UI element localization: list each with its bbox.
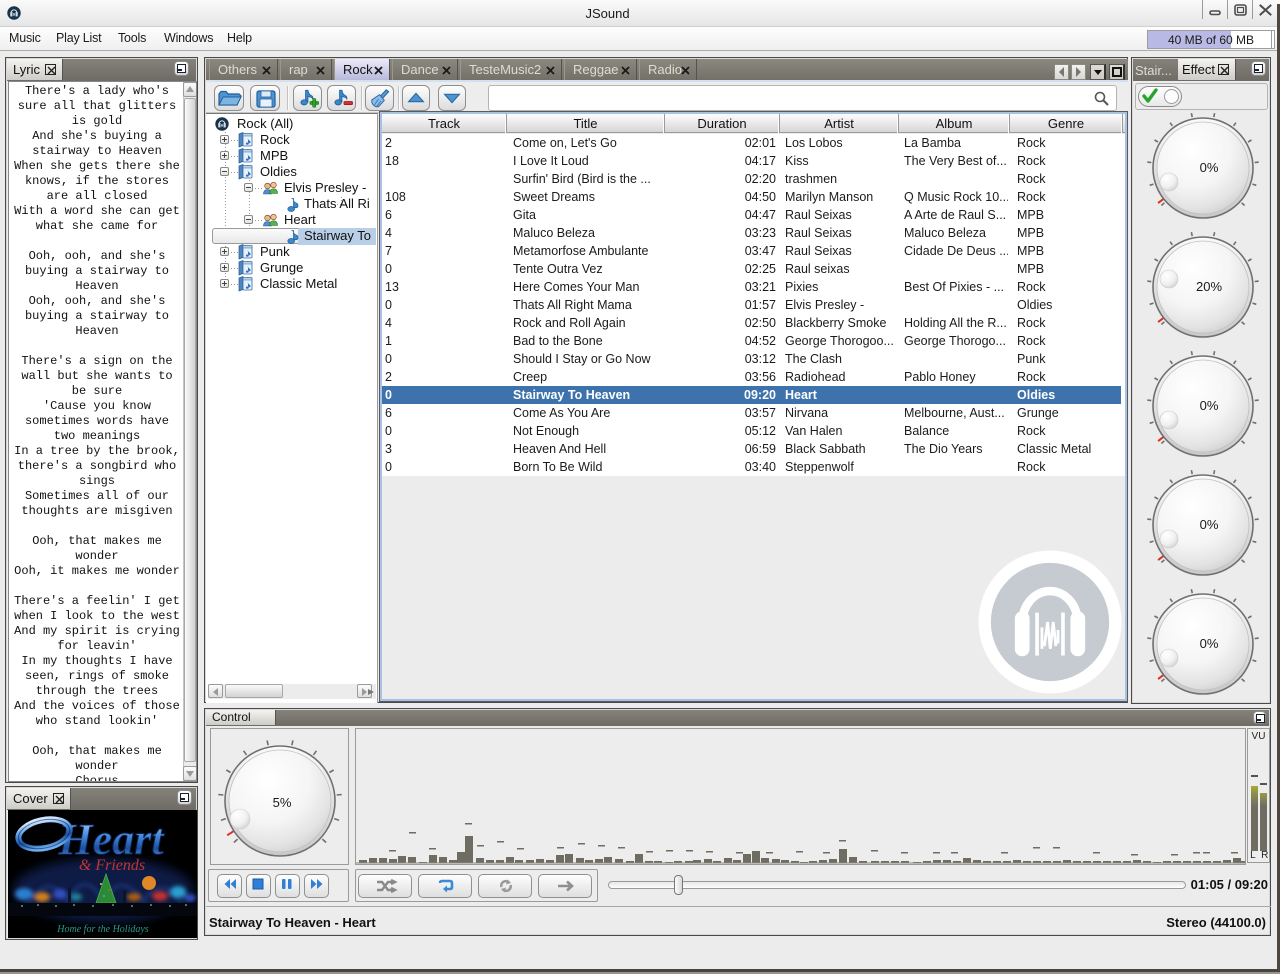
- svg-text:Home for the Holidays: Home for the Holidays: [56, 924, 148, 935]
- svg-text:20%: 20%: [1196, 279, 1222, 294]
- svg-text:0%: 0%: [1200, 398, 1219, 413]
- svg-text:0%: 0%: [1200, 636, 1219, 651]
- svg-text:0%: 0%: [1200, 517, 1219, 532]
- svg-text:& Friends: & Friends: [79, 857, 145, 874]
- svg-text:0%: 0%: [1200, 160, 1219, 175]
- svg-text:5%: 5%: [273, 795, 292, 810]
